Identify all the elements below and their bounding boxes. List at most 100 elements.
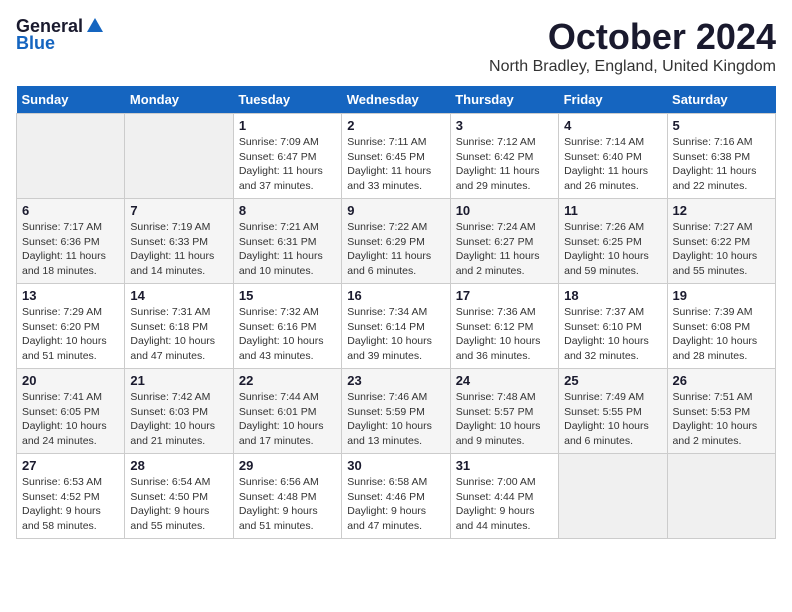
day-info: Sunrise: 6:56 AM Sunset: 4:48 PM Dayligh…: [239, 475, 336, 534]
day-number: 5: [673, 118, 770, 133]
calendar-cell: 25 Sunrise: 7:49 AM Sunset: 5:55 PM Dayli…: [559, 369, 667, 454]
day-number: 16: [347, 288, 444, 303]
day-number: 14: [130, 288, 227, 303]
calendar-cell: 28 Sunrise: 6:54 AM Sunset: 4:50 PM Dayli…: [125, 454, 233, 539]
calendar-week-4: 20 Sunrise: 7:41 AM Sunset: 6:05 PM Dayli…: [17, 369, 776, 454]
day-info: Sunrise: 7:14 AM Sunset: 6:40 PM Dayligh…: [564, 135, 661, 194]
logo: General Blue: [16, 16, 105, 54]
day-number: 7: [130, 203, 227, 218]
day-header-friday: Friday: [559, 86, 667, 114]
day-number: 10: [456, 203, 553, 218]
day-info: Sunrise: 7:00 AM Sunset: 4:44 PM Dayligh…: [456, 475, 553, 534]
day-info: Sunrise: 7:44 AM Sunset: 6:01 PM Dayligh…: [239, 390, 336, 449]
calendar-cell: 26 Sunrise: 7:51 AM Sunset: 5:53 PM Dayli…: [667, 369, 775, 454]
day-info: Sunrise: 7:34 AM Sunset: 6:14 PM Dayligh…: [347, 305, 444, 364]
day-number: 3: [456, 118, 553, 133]
calendar-cell: 29 Sunrise: 6:56 AM Sunset: 4:48 PM Dayli…: [233, 454, 341, 539]
calendar-cell: 12Sunrise: 7:27 AM Sunset: 6:22 PM Dayli…: [667, 199, 775, 284]
calendar-cell: 3 Sunrise: 7:12 AM Sunset: 6:42 PM Daylig…: [450, 114, 558, 199]
calendar-week-5: 27 Sunrise: 6:53 AM Sunset: 4:52 PM Dayli…: [17, 454, 776, 539]
day-header-wednesday: Wednesday: [342, 86, 450, 114]
day-info: Sunrise: 7:12 AM Sunset: 6:42 PM Dayligh…: [456, 135, 553, 194]
day-number: 11: [564, 203, 661, 218]
calendar-cell: [125, 114, 233, 199]
day-info: Sunrise: 7:21 AM Sunset: 6:31 PM Dayligh…: [239, 220, 336, 279]
day-info: Sunrise: 7:36 AM Sunset: 6:12 PM Dayligh…: [456, 305, 553, 364]
day-number: 24: [456, 373, 553, 388]
calendar-title: October 2024: [489, 16, 776, 58]
day-number: 4: [564, 118, 661, 133]
calendar-week-3: 13 Sunrise: 7:29 AM Sunset: 6:20 PM Dayli…: [17, 284, 776, 369]
calendar-cell: 16 Sunrise: 7:34 AM Sunset: 6:14 PM Dayli…: [342, 284, 450, 369]
day-info: Sunrise: 7:17 AM Sunset: 6:36 PM Dayligh…: [22, 220, 119, 279]
day-info: Sunrise: 7:16 AM Sunset: 6:38 PM Dayligh…: [673, 135, 770, 194]
calendar-week-1: 1Sunrise: 7:09 AM Sunset: 6:47 PM Daylig…: [17, 114, 776, 199]
day-info: Sunrise: 7:24 AM Sunset: 6:27 PM Dayligh…: [456, 220, 553, 279]
logo-icon: [85, 16, 105, 36]
day-info: Sunrise: 7:49 AM Sunset: 5:55 PM Dayligh…: [564, 390, 661, 449]
day-info: Sunrise: 7:48 AM Sunset: 5:57 PM Dayligh…: [456, 390, 553, 449]
day-info: Sunrise: 7:26 AM Sunset: 6:25 PM Dayligh…: [564, 220, 661, 279]
day-number: 17: [456, 288, 553, 303]
calendar-cell: 2Sunrise: 7:11 AM Sunset: 6:45 PM Daylig…: [342, 114, 450, 199]
day-info: Sunrise: 7:29 AM Sunset: 6:20 PM Dayligh…: [22, 305, 119, 364]
calendar-cell: 21Sunrise: 7:42 AM Sunset: 6:03 PM Dayli…: [125, 369, 233, 454]
day-number: 31: [456, 458, 553, 473]
day-info: Sunrise: 7:39 AM Sunset: 6:08 PM Dayligh…: [673, 305, 770, 364]
calendar-cell: 13 Sunrise: 7:29 AM Sunset: 6:20 PM Dayli…: [17, 284, 125, 369]
day-info: Sunrise: 7:41 AM Sunset: 6:05 PM Dayligh…: [22, 390, 119, 449]
calendar-cell: 31 Sunrise: 7:00 AM Sunset: 4:44 PM Dayli…: [450, 454, 558, 539]
calendar-cell: 6 Sunrise: 7:17 AM Sunset: 6:36 PM Daylig…: [17, 199, 125, 284]
calendar-cell: 5 Sunrise: 7:16 AM Sunset: 6:38 PM Daylig…: [667, 114, 775, 199]
calendar-cell: 30 Sunrise: 6:58 AM Sunset: 4:46 PM Dayli…: [342, 454, 450, 539]
calendar-cell: [17, 114, 125, 199]
calendar-cell: 20 Sunrise: 7:41 AM Sunset: 6:05 PM Dayli…: [17, 369, 125, 454]
day-number: 29: [239, 458, 336, 473]
day-info: Sunrise: 6:53 AM Sunset: 4:52 PM Dayligh…: [22, 475, 119, 534]
day-number: 6: [22, 203, 119, 218]
day-number: 2: [347, 118, 444, 133]
day-number: 12: [673, 203, 770, 218]
day-info: Sunrise: 7:32 AM Sunset: 6:16 PM Dayligh…: [239, 305, 336, 364]
day-header-sunday: Sunday: [17, 86, 125, 114]
calendar-cell: 1Sunrise: 7:09 AM Sunset: 6:47 PM Daylig…: [233, 114, 341, 199]
day-info: Sunrise: 6:54 AM Sunset: 4:50 PM Dayligh…: [130, 475, 227, 534]
day-number: 18: [564, 288, 661, 303]
calendar-header-row: SundayMondayTuesdayWednesdayThursdayFrid…: [17, 86, 776, 114]
day-info: Sunrise: 7:42 AM Sunset: 6:03 PM Dayligh…: [130, 390, 227, 449]
calendar-cell: 19Sunrise: 7:39 AM Sunset: 6:08 PM Dayli…: [667, 284, 775, 369]
calendar-cell: 15 Sunrise: 7:32 AM Sunset: 6:16 PM Dayli…: [233, 284, 341, 369]
day-number: 28: [130, 458, 227, 473]
day-info: Sunrise: 7:46 AM Sunset: 5:59 PM Dayligh…: [347, 390, 444, 449]
day-info: Sunrise: 7:22 AM Sunset: 6:29 PM Dayligh…: [347, 220, 444, 279]
calendar-cell: 7 Sunrise: 7:19 AM Sunset: 6:33 PM Daylig…: [125, 199, 233, 284]
day-info: Sunrise: 6:58 AM Sunset: 4:46 PM Dayligh…: [347, 475, 444, 534]
day-header-saturday: Saturday: [667, 86, 775, 114]
day-number: 20: [22, 373, 119, 388]
calendar-cell: [559, 454, 667, 539]
day-number: 1: [239, 118, 336, 133]
day-header-tuesday: Tuesday: [233, 86, 341, 114]
day-header-monday: Monday: [125, 86, 233, 114]
calendar-cell: 14Sunrise: 7:31 AM Sunset: 6:18 PM Dayli…: [125, 284, 233, 369]
day-number: 13: [22, 288, 119, 303]
calendar-cell: 22Sunrise: 7:44 AM Sunset: 6:01 PM Dayli…: [233, 369, 341, 454]
calendar-cell: 27 Sunrise: 6:53 AM Sunset: 4:52 PM Dayli…: [17, 454, 125, 539]
calendar-cell: 17 Sunrise: 7:36 AM Sunset: 6:12 PM Dayli…: [450, 284, 558, 369]
calendar-cell: 11 Sunrise: 7:26 AM Sunset: 6:25 PM Dayli…: [559, 199, 667, 284]
calendar-cell: 24 Sunrise: 7:48 AM Sunset: 5:57 PM Dayli…: [450, 369, 558, 454]
day-number: 27: [22, 458, 119, 473]
day-info: Sunrise: 7:19 AM Sunset: 6:33 PM Dayligh…: [130, 220, 227, 279]
calendar-cell: 23Sunrise: 7:46 AM Sunset: 5:59 PM Dayli…: [342, 369, 450, 454]
calendar-cell: 8Sunrise: 7:21 AM Sunset: 6:31 PM Daylig…: [233, 199, 341, 284]
day-info: Sunrise: 7:51 AM Sunset: 5:53 PM Dayligh…: [673, 390, 770, 449]
day-number: 25: [564, 373, 661, 388]
day-number: 15: [239, 288, 336, 303]
day-number: 26: [673, 373, 770, 388]
header: General Blue October 2024 North Bradley,…: [16, 16, 776, 76]
calendar-week-2: 6 Sunrise: 7:17 AM Sunset: 6:36 PM Daylig…: [17, 199, 776, 284]
day-number: 9: [347, 203, 444, 218]
day-number: 30: [347, 458, 444, 473]
calendar-cell: 9 Sunrise: 7:22 AM Sunset: 6:29 PM Daylig…: [342, 199, 450, 284]
logo-blue: Blue: [16, 33, 55, 54]
